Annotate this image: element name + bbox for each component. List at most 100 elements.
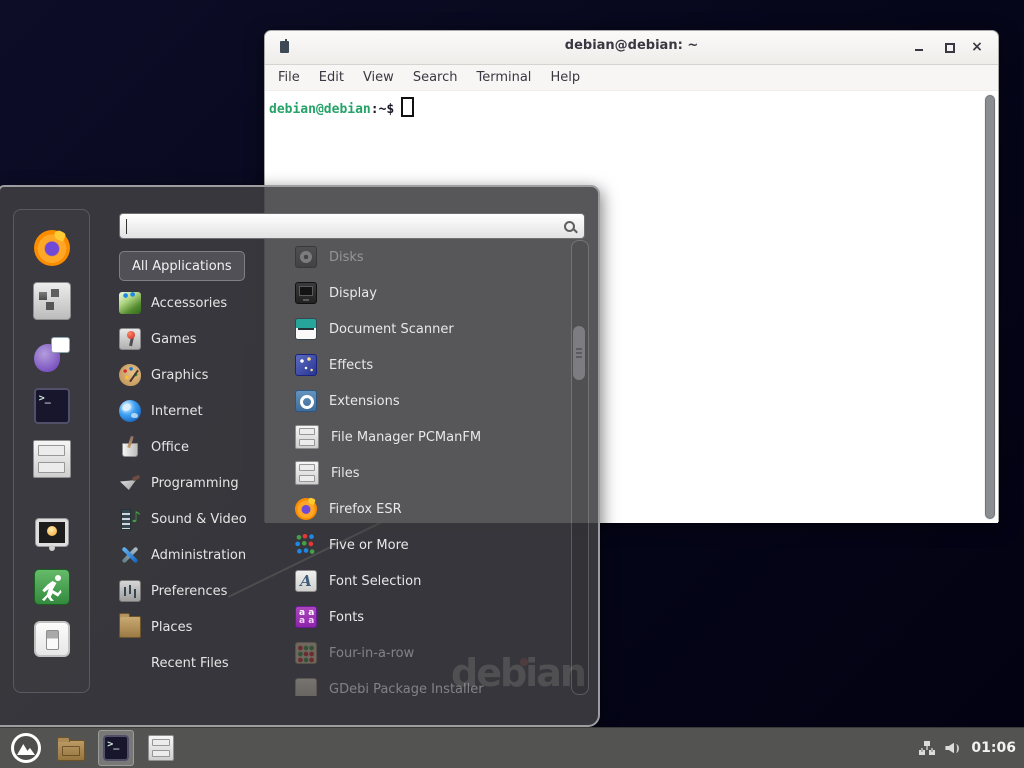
category-label: Administration: [151, 548, 246, 563]
search-icon: [563, 220, 577, 234]
app-item-disks[interactable]: Disks: [288, 239, 568, 275]
app-item-fiveormore[interactable]: Five or More: [288, 527, 568, 563]
app-item-gdebi[interactable]: GDebi Package Installer: [288, 671, 568, 696]
terminal-titlebar[interactable]: debian@debian: ~ ×: [265, 31, 998, 65]
maximize-icon[interactable]: [942, 40, 956, 54]
app-item-fontselection[interactable]: Font Selection: [288, 563, 568, 599]
terminal-window-title: debian@debian: ~: [265, 38, 998, 53]
terminal-menu-item[interactable]: Help: [550, 70, 580, 85]
app-icon: [295, 246, 317, 268]
taskbar-icon: [57, 740, 85, 761]
app-label: Document Scanner: [329, 322, 454, 337]
category-item-internet[interactable]: Internet: [119, 393, 287, 429]
terminal-scrollbar[interactable]: [984, 94, 996, 520]
category-label: All Applications: [132, 259, 232, 274]
session-icon-logout[interactable]: [34, 569, 70, 605]
category-item-soundvideo[interactable]: Sound & Video: [119, 501, 287, 537]
app-label: Four-in-a-row: [329, 646, 414, 661]
app-item-effects[interactable]: Effects: [288, 347, 568, 383]
app-icon: [295, 570, 317, 592]
app-item-display[interactable]: Display: [288, 275, 568, 311]
category-icon: [119, 616, 141, 638]
system-tray: [919, 741, 961, 756]
app-icon: [295, 390, 317, 412]
taskbar-item-tbfolder[interactable]: [53, 730, 89, 766]
desktop: debian debian@debian: ~ × FileEditViewSe…: [0, 0, 1024, 768]
prompt-path: :~$: [371, 102, 394, 117]
favorites-panel: [13, 209, 90, 693]
favorite-icon-terminal[interactable]: [34, 388, 70, 424]
terminal-menubar: File Edit View Search Terminal Help: [265, 65, 998, 91]
category-label: Recent Files: [151, 656, 229, 671]
terminal-prompt-line: debian@debian:~$: [265, 91, 998, 123]
app-label: Disks: [329, 250, 364, 265]
category-label: Sound & Video: [151, 512, 247, 527]
app-item-firefox[interactable]: Firefox ESR: [288, 491, 568, 527]
app-label: Extensions: [329, 394, 400, 409]
taskbar-item-cabinet[interactable]: [143, 730, 179, 766]
app-icon: [295, 461, 319, 485]
category-item-recent-files[interactable]: Recent Files: [119, 645, 287, 681]
category-label: Games: [151, 332, 196, 347]
category-icon: [119, 328, 141, 350]
category-item-programming[interactable]: Programming: [119, 465, 287, 501]
app-item-extensions[interactable]: Extensions: [288, 383, 568, 419]
category-item-office[interactable]: Office: [119, 429, 287, 465]
app-item-fonts[interactable]: Fonts: [288, 599, 568, 635]
terminal-scrollbar-thumb[interactable]: [985, 95, 995, 519]
terminal-menu-item[interactable]: Edit: [319, 70, 344, 85]
favorite-icon-cabinet[interactable]: [33, 440, 71, 478]
terminal-menu-item[interactable]: File: [278, 70, 300, 85]
app-list: Disks Display Document Scanner Effects E…: [288, 239, 568, 696]
minimize-icon[interactable]: [912, 40, 926, 54]
app-label: Five or More: [329, 538, 409, 553]
category-item-all-applications[interactable]: All Applications: [119, 251, 245, 281]
app-icon: [295, 354, 317, 376]
category-item-games[interactable]: Games: [119, 321, 287, 357]
apps-scrollbar-thumb[interactable]: [573, 326, 585, 380]
category-label: Graphics: [151, 368, 208, 383]
category-item-places[interactable]: Places: [119, 609, 287, 645]
category-icon: [119, 472, 141, 494]
session-buttons: [14, 478, 89, 657]
favorite-icon-synaptic[interactable]: [33, 282, 71, 320]
terminal-menu-item[interactable]: Search: [413, 70, 458, 85]
category-item-preferences[interactable]: Preferences: [119, 573, 287, 609]
search-box[interactable]: [119, 213, 585, 239]
terminal-cursor: [401, 97, 414, 117]
category-icon: [119, 580, 141, 602]
category-item-accessories[interactable]: Accessories: [119, 285, 287, 321]
favorites-list: [14, 210, 89, 478]
search-input[interactable]: [130, 216, 558, 238]
app-item-docscanner[interactable]: Document Scanner: [288, 311, 568, 347]
app-item-fourinarow[interactable]: Four-in-a-row: [288, 635, 568, 671]
category-list: All Applications Accessories Games Graph…: [119, 251, 287, 681]
category-icon: [119, 544, 141, 566]
favorite-icon-pidgin[interactable]: [34, 336, 70, 372]
app-label: Fonts: [329, 610, 364, 625]
app-item-cabinet[interactable]: File Manager PCManFM: [288, 419, 568, 455]
app-label: Firefox ESR: [329, 502, 402, 517]
category-item-administration[interactable]: Administration: [119, 537, 287, 573]
taskbar-launchers: [8, 730, 179, 766]
app-item-cabinet[interactable]: Files: [288, 455, 568, 491]
terminal-menu-item[interactable]: Terminal: [476, 70, 531, 85]
apps-scrollbar[interactable]: [571, 240, 589, 695]
taskbar-item-menubtn[interactable]: [8, 730, 44, 766]
category-icon: [119, 436, 141, 458]
favorite-icon-firefox[interactable]: [34, 230, 70, 266]
tray-icon-network[interactable]: [919, 741, 935, 756]
session-icon-screensaver[interactable]: [34, 517, 70, 553]
app-icon: [295, 425, 319, 449]
tray-icon-volume[interactable]: [945, 741, 961, 756]
clock[interactable]: 01:06: [971, 740, 1016, 756]
terminal-menu-item[interactable]: View: [363, 70, 394, 85]
taskbar-item-terminal[interactable]: [98, 730, 134, 766]
category-item-graphics[interactable]: Graphics: [119, 357, 287, 393]
category-label: Internet: [151, 404, 203, 419]
app-label: GDebi Package Installer: [329, 682, 484, 697]
text-caret: [126, 219, 127, 234]
app-label: Font Selection: [329, 574, 421, 589]
session-icon-shutdown[interactable]: [34, 621, 70, 657]
close-icon[interactable]: ×: [970, 40, 984, 54]
